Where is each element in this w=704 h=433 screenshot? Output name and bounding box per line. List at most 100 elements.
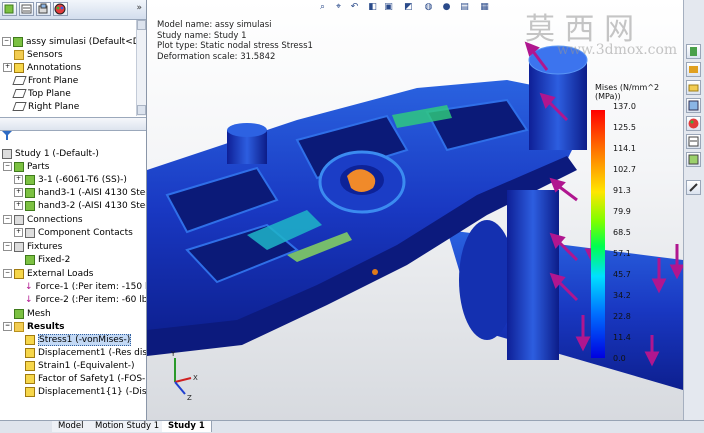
mesh-item[interactable]: Mesh [14,308,51,321]
appearance-icon [54,3,66,15]
scroll-up-icon[interactable] [137,20,146,30]
tree-item-annotations[interactable]: + Annotations [3,62,81,75]
loads-icon [14,268,24,279]
strain-plot-icon [25,360,35,371]
result-item-selected[interactable]: Stress1 (-vonMises-) [25,334,132,347]
legend-tick-label: 22.8 [613,312,631,321]
configuration-manager-tab[interactable] [36,2,51,16]
load-item[interactable]: ↓ Force-2 (:Per item: -60 lbf: [25,294,146,307]
expand-icon[interactable]: + [14,201,23,210]
collapse-icon[interactable]: − [3,162,12,171]
collapse-icon[interactable]: − [2,37,11,46]
simulation-advisor-icon[interactable] [686,152,701,167]
appearance-manager-tab[interactable] [53,2,68,16]
legend-tick-label: 91.3 [613,186,631,195]
tab-model[interactable]: Model [52,421,91,432]
tree-item-right-plane[interactable]: Right Plane [12,101,79,114]
task-pane-toolbar [683,0,704,420]
graphics-viewport[interactable]: ⌕ ⌖ ↶ ◧ ▣ ◩ ◍ ● ▤ ▦ Model name: assy sim… [147,0,683,420]
legend-tick-label: 137.0 [613,102,636,111]
connection-item[interactable]: + Component Contacts [14,227,133,240]
part-item[interactable]: +3-1 (-6061-T6 (SS)-) [14,174,127,187]
legend-tick-label: 68.5 [613,228,631,237]
collapse-icon[interactable]: − [3,242,12,251]
parts-folder[interactable]: − Parts [3,161,49,174]
collapse-icon[interactable]: − [3,322,12,331]
result-item[interactable]: Displacement1 (-Res disp-) [25,347,146,360]
expand-icon[interactable]: + [14,175,23,184]
mesh-icon [14,308,24,319]
stress-plot-icon [25,334,35,345]
displacement-plot-icon [25,386,35,397]
file-explorer-icon[interactable] [686,80,701,95]
legend-tick-label: 34.2 [613,291,631,300]
expand-icon[interactable]: + [14,228,23,237]
feature-tree-icon [4,4,14,14]
plane-icon [12,89,27,98]
fixtures-icon [14,241,24,252]
connections-icon [14,214,24,225]
legend-tick-label: 0.0 [613,354,626,363]
design-library-icon[interactable] [686,62,701,77]
pin-icon[interactable] [686,180,701,195]
scroll-down-icon[interactable] [137,105,146,115]
panel-expand-icon[interactable]: » [136,3,142,13]
tab-motion-study[interactable]: Motion Study 1 [89,421,167,432]
feature-manager-panel: » −assy simulasi (Default<Display Sensor… [0,0,147,420]
force-arrow-icon: ↓ [25,282,33,292]
feature-tree: −assy simulasi (Default<Display Sensors … [0,20,136,116]
collapse-icon[interactable]: − [3,215,12,224]
fixtures-folder[interactable]: − Fixtures [3,241,62,254]
results-folder[interactable]: − Results [3,321,65,334]
external-loads-folder[interactable]: − External Loads [3,268,93,281]
part-item[interactable]: + hand3-1 (-AISI 4130 Steel, [14,187,146,200]
filter-bar[interactable] [2,131,12,144]
fixture-item[interactable]: Fixed-2 [25,254,70,267]
watermark-url: www.3dmox.com [557,42,678,58]
legend-color-bar [591,110,605,358]
svg-text:Z: Z [187,394,192,402]
connections-folder[interactable]: − Connections [3,214,83,227]
displacement-plot-icon [25,347,35,358]
tree-item-top-plane[interactable]: Top Plane [12,88,71,101]
coordinate-triad: Y X Z [170,350,198,402]
panel-splitter[interactable] [0,117,146,131]
simulation-study-tree: Study 1 (-Default-) − Parts +3-1 (-6061-T… [0,146,146,408]
part-icon [25,187,35,198]
expand-icon[interactable]: + [3,63,12,72]
property-manager-tab[interactable] [19,2,34,16]
feature-tree-scrollbar[interactable] [136,20,146,116]
study-icon [2,148,12,159]
tree-item-front-plane[interactable]: Front Plane [12,75,78,88]
view-palette-icon[interactable] [686,98,701,113]
appearances-icon[interactable] [686,116,701,131]
result-item[interactable]: Displacement1{1} (-Displac [25,386,146,399]
force-arrow-icon: ↓ [25,295,33,305]
legend-tick-label: 45.7 [613,270,631,279]
tab-study-1[interactable]: Study 1 [162,421,212,432]
collapse-icon[interactable]: − [3,269,12,278]
part-icon [25,174,35,185]
feature-manager-tab[interactable] [2,2,17,16]
fixed-geometry-icon [25,254,35,265]
svg-text:Y: Y [170,350,176,358]
expand-icon[interactable]: + [14,188,23,197]
svg-text:X: X [193,374,198,382]
load-item[interactable]: ↓ Force-1 (:Per item: -150 lbf [25,281,146,294]
contact-icon [25,227,35,238]
result-item[interactable]: Factor of Safety1 (-FOS-) [25,373,146,386]
tree-item-root[interactable]: −assy simulasi (Default<Display [2,36,136,49]
legend-tick-label: 11.4 [613,333,631,342]
filter-icon [2,131,12,140]
custom-properties-icon[interactable] [686,134,701,149]
plane-icon [12,76,27,85]
results-icon [14,321,24,332]
tree-item-sensors[interactable]: Sensors [14,49,63,62]
legend-tick-label: 57.1 [613,249,631,258]
configuration-icon [38,3,48,14]
resources-icon[interactable] [686,44,701,59]
result-item[interactable]: Strain1 (-Equivalent-) [25,360,134,373]
legend-tick-label: 125.5 [613,123,636,132]
study-item[interactable]: Study 1 (-Default-) [2,148,99,161]
part-item[interactable]: +hand3-2 (-AISI 4130 Steel, : [14,200,146,213]
